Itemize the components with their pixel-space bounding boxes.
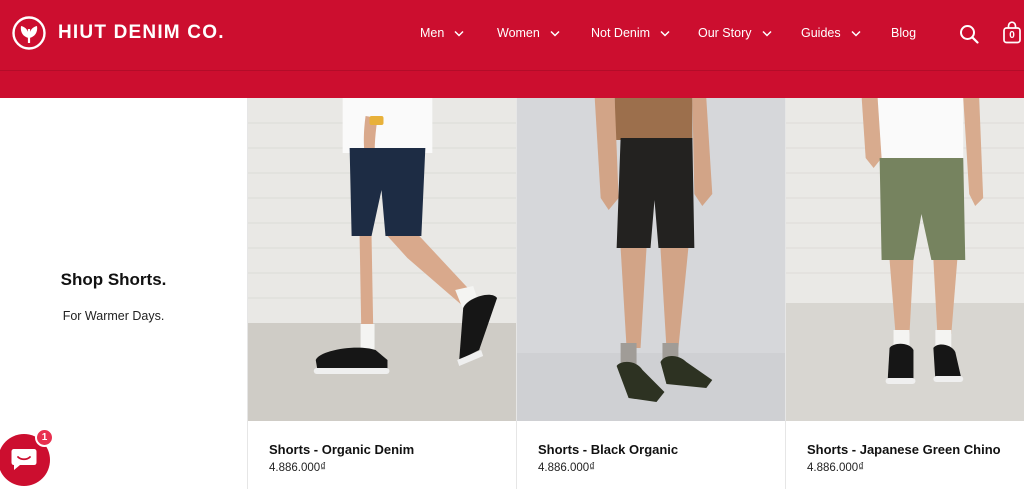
nav-label: Women — [497, 26, 540, 40]
product-card-japanese-green-chino[interactable]: Shorts - Japanese Green Chino 4.886.000₫ — [785, 98, 1024, 489]
nav-item-not-denim[interactable]: Not Denim — [591, 22, 670, 44]
product-name[interactable]: Shorts - Black Organic — [538, 442, 678, 457]
product-price: 4.886.000₫ — [538, 462, 596, 474]
site-header: HIUT DENIM CO. Men Women Not Denim Our S… — [0, 0, 1024, 98]
nav-item-women[interactable]: Women — [497, 22, 560, 44]
promo-title: Shop Shorts. — [60, 270, 167, 289]
nav-item-blog[interactable]: Blog — [891, 22, 916, 44]
promo-subtitle: For Warmer Days. — [62, 309, 165, 323]
header-divider — [0, 70, 1024, 71]
chevron-down-icon — [660, 30, 670, 37]
nav-item-guides[interactable]: Guides — [801, 22, 861, 44]
product-image-organic-denim[interactable] — [248, 98, 517, 421]
brand-name: HIUT DENIM CO. — [58, 22, 225, 43]
product-photo — [517, 98, 786, 421]
nav-label: Blog — [891, 26, 917, 40]
chat-icon — [11, 449, 37, 470]
brand-logo[interactable]: HIUT DENIM CO. — [12, 14, 225, 52]
chevron-down-icon — [550, 30, 560, 37]
cart-button[interactable]: 0 — [1002, 21, 1022, 44]
product-card-black-organic[interactable]: Shorts - Black Organic 4.886.000₫ — [516, 98, 786, 489]
nav-item-our-story[interactable]: Our Story — [698, 22, 772, 44]
product-price: 4.886.000₫ — [807, 462, 865, 474]
product-photo — [248, 98, 517, 421]
product-card-organic-denim[interactable]: Shorts - Organic Denim 4.886.000₫ — [247, 98, 517, 489]
chevron-down-icon — [851, 30, 861, 37]
product-name[interactable]: Shorts - Organic Denim — [269, 442, 414, 457]
product-price: 4.886.000₫ — [269, 462, 327, 474]
product-image-japanese-green-chino[interactable] — [786, 98, 1024, 421]
shorts-shape — [349, 148, 426, 236]
product-name[interactable]: Shorts - Japanese Green Chino — [807, 442, 1001, 457]
nav-item-men[interactable]: Men — [420, 22, 464, 44]
chevron-down-icon — [761, 30, 772, 37]
nav-label: Not Denim — [591, 26, 651, 40]
nav-label: Guides — [801, 26, 841, 40]
chevron-down-icon — [454, 30, 464, 37]
leaf-logo-icon — [12, 16, 46, 50]
nav-label: Our Story — [698, 26, 752, 40]
chat-notification-badge: 1 — [35, 428, 54, 447]
cart-count: 0 — [1009, 30, 1015, 41]
product-photo — [786, 98, 1024, 421]
nav-label: Men — [420, 26, 445, 40]
search-icon[interactable] — [959, 24, 979, 44]
product-image-black-organic[interactable] — [517, 98, 786, 421]
